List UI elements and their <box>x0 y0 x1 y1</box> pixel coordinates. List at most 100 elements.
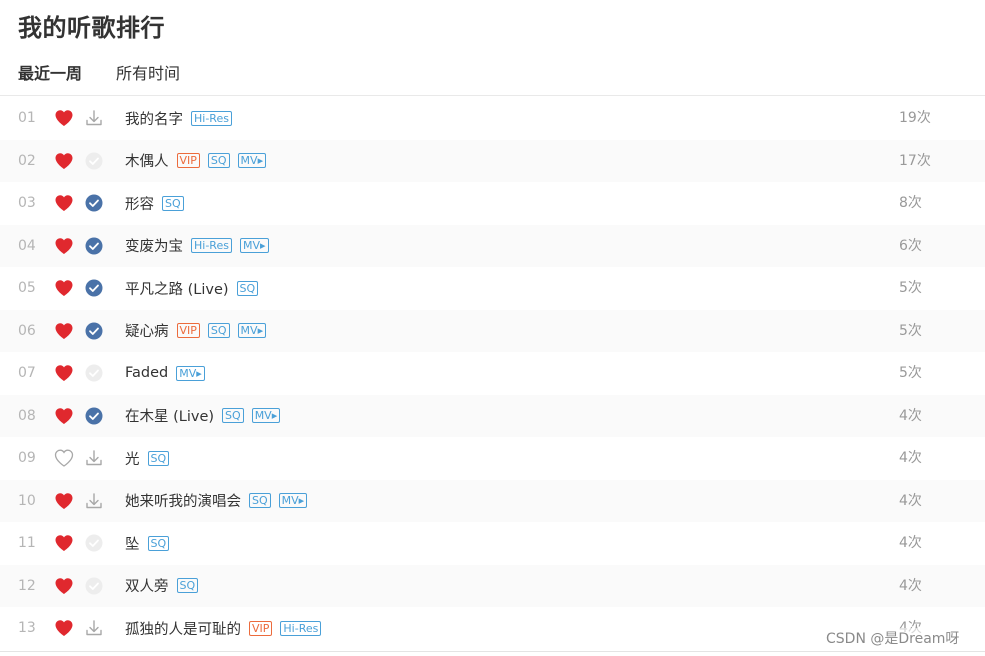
song-title-cell: 疑心病 VIP SQ MV▸ <box>125 310 267 353</box>
song-title-cell: 形容 SQ <box>125 182 184 225</box>
song-name[interactable]: Faded <box>125 365 168 381</box>
check-grey-icon <box>84 151 104 171</box>
song-title-cell: 光 SQ <box>125 437 170 480</box>
table-row[interactable]: 01 我的名字 Hi-Res 19次 <box>0 97 985 140</box>
heart-filled-icon[interactable] <box>54 279 74 297</box>
period-tabs: 最近一周 所有时间 <box>18 60 180 84</box>
tab-all-time[interactable]: 所有时间 <box>116 60 180 84</box>
sq-badge: SQ <box>147 450 170 466</box>
heart-filled-icon[interactable] <box>54 534 74 552</box>
vip-badge: VIP <box>176 153 200 169</box>
sq-badge: SQ <box>207 323 230 339</box>
mv-badge[interactable]: MV▸ <box>237 323 267 339</box>
mv-badge[interactable]: MV▸ <box>237 153 267 169</box>
table-row[interactable]: 09 光 SQ 4次 <box>0 437 985 480</box>
heart-filled-icon[interactable] <box>54 152 74 170</box>
play-count: 6次 <box>899 237 922 254</box>
table-row[interactable]: 12 双人旁 SQ 4次 <box>0 564 985 608</box>
heart-filled-icon[interactable] <box>54 109 74 127</box>
vip-badge: VIP <box>249 620 273 636</box>
table-row[interactable]: 03 形容 SQ 8次 <box>0 182 985 225</box>
check-blue-icon <box>84 321 104 341</box>
song-name[interactable]: 孤独的人是可耻的 <box>125 618 241 639</box>
song-list: 01 我的名字 Hi-Res 19次 02 木偶人 VIP SQ MV▸ 17次 03 形容 SQ 8次 0… <box>0 97 985 650</box>
song-index: 08 <box>18 407 36 424</box>
table-row[interactable]: 05 平凡之路 (Live) SQ 5次 <box>0 267 985 310</box>
song-name[interactable]: 双人旁 <box>125 575 169 596</box>
check-blue-icon <box>84 406 104 426</box>
heart-filled-icon[interactable] <box>54 407 74 425</box>
song-index: 07 <box>18 365 36 381</box>
song-title-cell: 我的名字 Hi-Res <box>125 97 232 140</box>
song-name[interactable]: 木偶人 <box>125 150 169 171</box>
download-icon[interactable] <box>84 618 104 638</box>
mv-badge[interactable]: MV▸ <box>239 238 269 254</box>
list-bottom-divider <box>0 651 985 652</box>
song-name[interactable]: 形容 <box>125 193 154 214</box>
heart-filled-icon[interactable] <box>54 194 74 212</box>
song-title-cell: Faded MV▸ <box>125 352 205 395</box>
play-count: 4次 <box>899 450 922 466</box>
song-name[interactable]: 她来听我的演唱会 <box>125 490 241 511</box>
table-row[interactable]: 11 坠 SQ 4次 <box>0 522 985 565</box>
song-name[interactable]: 在木星 (Live) <box>125 405 214 426</box>
song-name[interactable]: 光 <box>125 448 140 469</box>
play-count: 19次 <box>899 110 931 126</box>
hi-res-badge: Hi-Res <box>191 110 232 126</box>
table-row[interactable]: 02 木偶人 VIP SQ MV▸ 17次 <box>0 139 985 182</box>
page-title: 我的听歌排行 <box>18 14 165 42</box>
play-count: 5次 <box>899 365 922 381</box>
mv-badge[interactable]: MV▸ <box>251 408 281 424</box>
check-grey-icon <box>84 533 104 553</box>
song-index: 02 <box>18 152 36 169</box>
sq-badge: SQ <box>176 578 199 594</box>
vip-badge: VIP <box>176 323 200 339</box>
hi-res-badge: Hi-Res <box>280 620 322 636</box>
table-row[interactable]: 04 变废为宝 Hi-Res MV▸ 6次 <box>0 224 985 268</box>
hi-res-badge: Hi-Res <box>191 238 232 254</box>
sq-badge: SQ <box>147 535 170 551</box>
heart-filled-icon[interactable] <box>54 322 74 340</box>
heart-filled-icon[interactable] <box>54 577 74 595</box>
song-name[interactable]: 我的名字 <box>125 108 183 129</box>
play-count: 4次 <box>899 492 922 509</box>
heart-filled-icon[interactable] <box>54 492 74 510</box>
play-count: 4次 <box>899 407 922 424</box>
song-index: 03 <box>18 195 36 211</box>
table-row[interactable]: 06 疑心病 VIP SQ MV▸ 5次 <box>0 309 985 353</box>
song-title-cell: 她来听我的演唱会 SQ MV▸ <box>125 480 308 523</box>
watermark: CSDN @是Dream呀 <box>826 628 960 648</box>
download-icon[interactable] <box>84 448 104 468</box>
check-blue-icon <box>84 193 104 213</box>
song-name[interactable]: 变废为宝 <box>125 235 183 256</box>
song-title-cell: 双人旁 SQ <box>125 565 199 608</box>
table-row[interactable]: 07 Faded MV▸ 5次 <box>0 352 985 395</box>
play-count: 4次 <box>899 577 922 594</box>
play-count: 5次 <box>899 280 922 296</box>
table-row[interactable]: 08 在木星 (Live) SQ MV▸ 4次 <box>0 394 985 437</box>
mv-badge[interactable]: MV▸ <box>176 365 205 381</box>
song-index: 13 <box>18 620 36 636</box>
check-blue-icon <box>84 236 104 256</box>
song-name[interactable]: 疑心病 <box>125 320 169 341</box>
header-divider <box>0 95 985 96</box>
song-index: 05 <box>18 280 36 296</box>
heart-filled-icon[interactable] <box>54 237 74 255</box>
song-name[interactable]: 坠 <box>125 533 140 554</box>
table-row[interactable]: 10 她来听我的演唱会 SQ MV▸ 4次 <box>0 479 985 523</box>
heart-filled-icon[interactable] <box>54 619 74 637</box>
play-count: 8次 <box>899 195 922 211</box>
mv-badge[interactable]: MV▸ <box>278 493 308 509</box>
heart-filled-icon[interactable] <box>54 364 74 382</box>
sq-badge: SQ <box>207 153 230 169</box>
download-icon[interactable] <box>84 491 104 511</box>
song-title-cell: 变废为宝 Hi-Res MV▸ <box>125 225 269 268</box>
heart-outline-icon[interactable] <box>54 449 74 467</box>
song-index: 04 <box>18 237 36 254</box>
tab-recent-week[interactable]: 最近一周 <box>18 60 82 84</box>
play-count: 4次 <box>899 535 922 551</box>
song-title-cell: 平凡之路 (Live) SQ <box>125 267 259 310</box>
song-index: 11 <box>18 535 36 551</box>
download-icon[interactable] <box>84 108 104 128</box>
song-name[interactable]: 平凡之路 (Live) <box>125 278 229 299</box>
